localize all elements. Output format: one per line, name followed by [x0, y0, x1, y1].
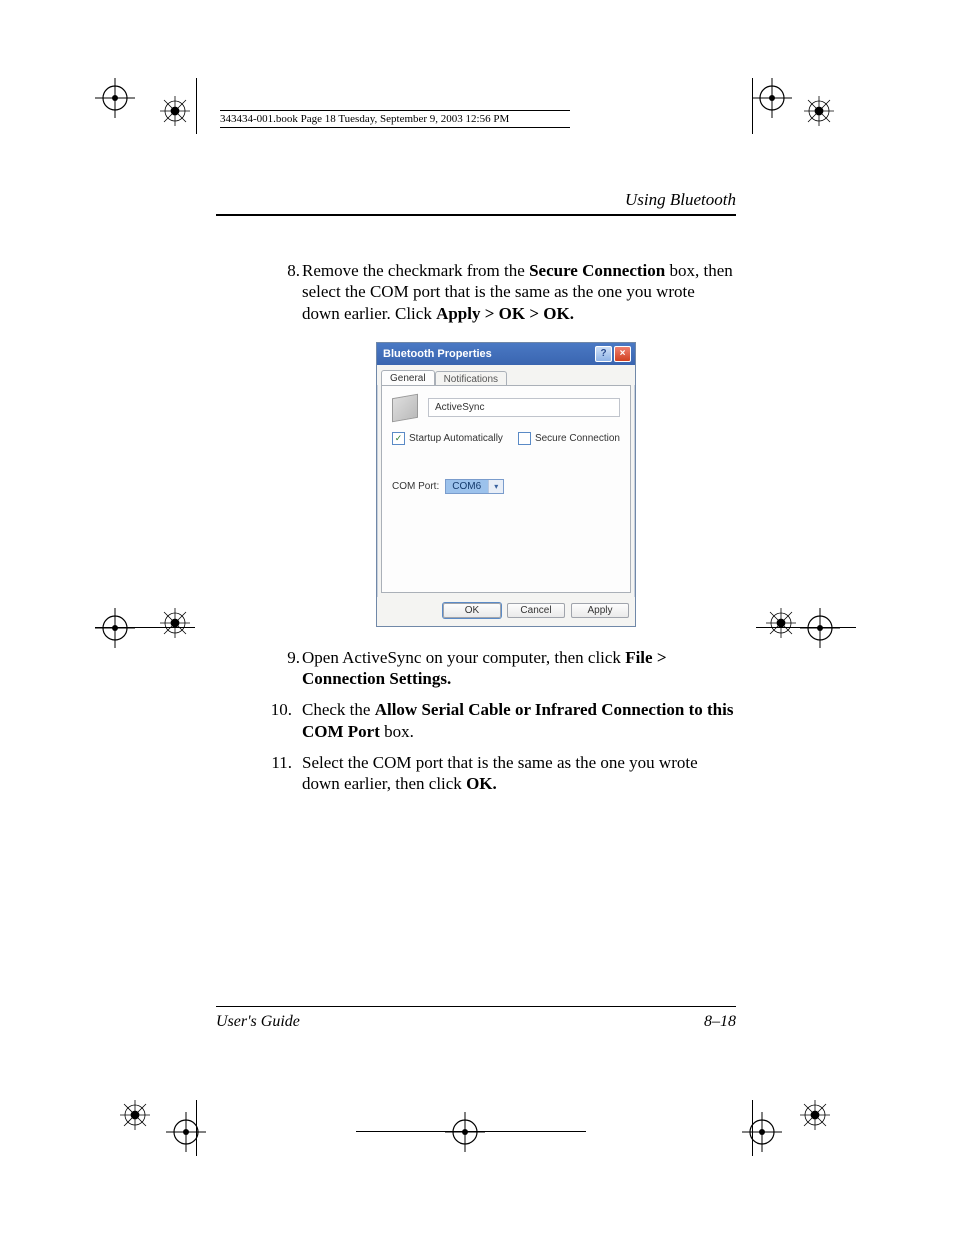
- step-bold: OK.: [466, 774, 497, 793]
- step-text: box.: [380, 722, 414, 741]
- section-header: Using Bluetooth: [216, 190, 736, 216]
- crop-line: [196, 1100, 197, 1156]
- page-content: Using Bluetooth 8. Remove the checkmark …: [216, 190, 736, 804]
- crop-mark-bl: [166, 1112, 206, 1152]
- step-10: 10. Check the Allow Serial Cable or Infr…: [276, 699, 736, 742]
- device-icon: [392, 393, 418, 422]
- step-number: 8.: [272, 260, 300, 281]
- starburst-icon: [800, 1100, 830, 1130]
- step-text: Open ActiveSync on your computer, then c…: [302, 648, 625, 667]
- startup-automatically-checkbox[interactable]: ✓ Startup Automatically: [392, 432, 503, 445]
- secure-connection-checkbox[interactable]: Secure Connection: [518, 432, 620, 445]
- starburst-icon: [804, 96, 834, 126]
- comport-label: COM Port:: [392, 481, 439, 492]
- step-text: Remove the checkmark from the: [302, 261, 529, 280]
- crop-line: [752, 1100, 753, 1156]
- step-text: Check the: [302, 700, 375, 719]
- crop-mark-tl: [95, 78, 135, 118]
- ok-button[interactable]: OK: [443, 603, 501, 618]
- crop-mark-bc: [445, 1112, 485, 1152]
- dialog-title: Bluetooth Properties: [383, 348, 492, 360]
- page-footer: User's Guide 8–18: [216, 1006, 736, 1031]
- footer-right: 8–18: [704, 1013, 736, 1031]
- step-8: 8. Remove the checkmark from the Secure …: [276, 260, 736, 324]
- bluetooth-properties-dialog: Bluetooth Properties ? × General Notific…: [376, 342, 636, 627]
- crop-mark-mr: [800, 608, 840, 648]
- checkbox-unchecked-icon: [518, 432, 531, 445]
- checkbox-checked-icon: ✓: [392, 432, 405, 445]
- footer-left: User's Guide: [216, 1013, 300, 1031]
- comport-value: COM6: [446, 480, 488, 493]
- book-generation-header: 343434-001.book Page 18 Tuesday, Septemb…: [220, 110, 570, 128]
- close-icon[interactable]: ×: [614, 346, 631, 362]
- crop-mark-br: [742, 1112, 782, 1152]
- crop-line: [356, 1131, 586, 1132]
- crop-mark-ml: [95, 608, 135, 648]
- step-11: 11. Select the COM port that is the same…: [276, 752, 736, 795]
- starburst-icon: [160, 608, 190, 638]
- crop-line: [752, 78, 753, 134]
- step-bold: Apply > OK > OK.: [436, 304, 574, 323]
- crop-line: [196, 78, 197, 134]
- checkbox-label: Secure Connection: [535, 433, 620, 444]
- step-number: 11.: [264, 752, 292, 773]
- step-9: 9. Open ActiveSync on your computer, the…: [276, 647, 736, 690]
- comport-select[interactable]: COM6 ▾: [445, 479, 504, 494]
- dialog-titlebar: Bluetooth Properties ? ×: [377, 343, 635, 365]
- help-icon[interactable]: ?: [595, 346, 612, 362]
- step-number: 10.: [264, 699, 292, 720]
- cancel-button[interactable]: Cancel: [507, 603, 565, 618]
- checkbox-label: Startup Automatically: [409, 433, 503, 444]
- step-bold: Secure Connection: [529, 261, 665, 280]
- crop-mark-tr: [752, 78, 792, 118]
- name-input[interactable]: ActiveSync: [428, 398, 620, 417]
- starburst-icon: [160, 96, 190, 126]
- step-text: Select the COM port that is the same as …: [302, 753, 698, 793]
- step-number: 9.: [272, 647, 300, 668]
- chevron-down-icon: ▾: [488, 480, 503, 493]
- apply-button[interactable]: Apply: [571, 603, 629, 618]
- starburst-icon: [766, 608, 796, 638]
- tab-general[interactable]: General: [381, 370, 435, 386]
- starburst-icon: [120, 1100, 150, 1130]
